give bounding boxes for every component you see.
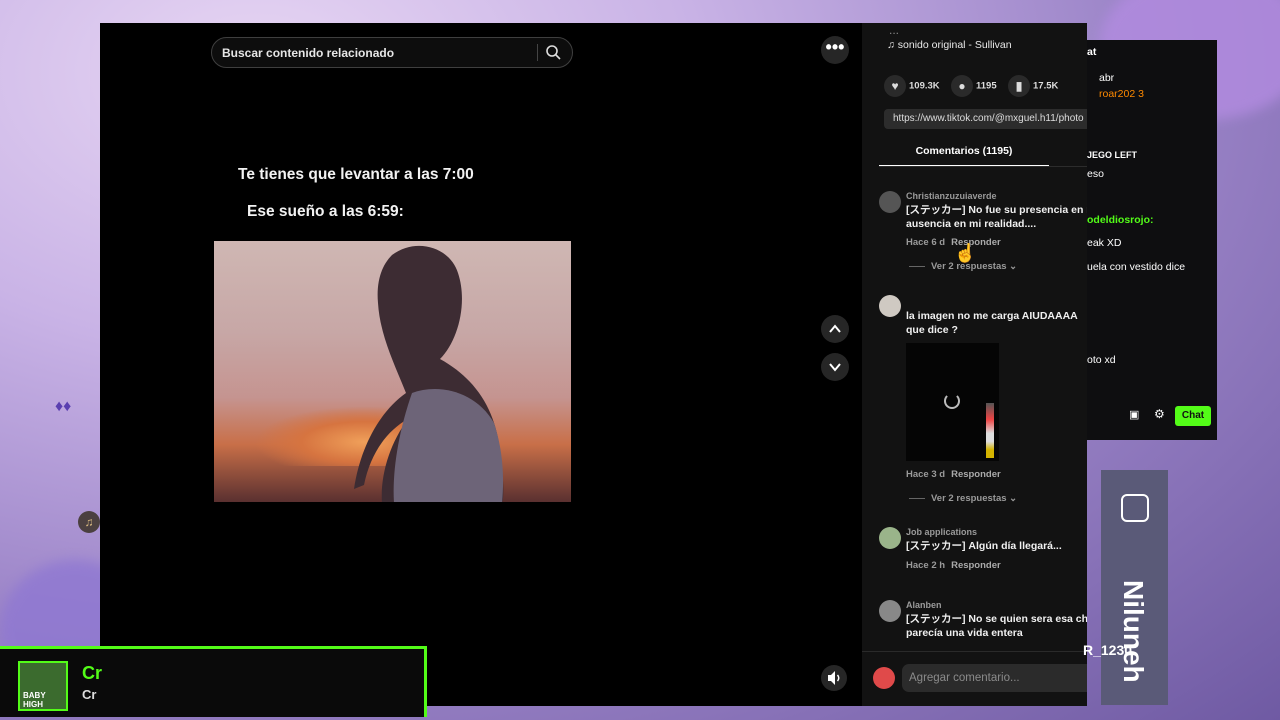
caption-line-1: Te tienes que levantar a las 7:00 [238, 166, 474, 183]
comment-line: [ステッカー] Algún día llegará... [906, 540, 1062, 552]
search-divider [537, 44, 538, 61]
volume-button[interactable] [821, 665, 847, 691]
sound-link[interactable]: ... ♫ sonido original - Sullivan [887, 23, 1012, 51]
comment-line: la imagen no me carga AIUDAAAA [906, 310, 1078, 322]
comment-meta: Hace 3 d Responder [906, 469, 1001, 480]
avatar[interactable] [879, 295, 901, 317]
comment-user[interactable]: Alanben [906, 600, 942, 610]
chat-header: at [1087, 46, 1097, 58]
comment-text: [ステッカー] No fue su presencia en m ausenci… [906, 203, 1087, 231]
chevron-up-icon [829, 324, 841, 333]
comment-input[interactable]: Agregar comentario... [902, 664, 1087, 692]
sound-label: ♫ sonido original - Sullivan [887, 39, 1012, 51]
like-button[interactable]: ♥ 109.3K [884, 75, 940, 99]
chat-send-button[interactable]: Chat [1175, 406, 1211, 426]
bookmark-icon: ▮ [1015, 79, 1023, 93]
gift-icon[interactable]: ▣ [1129, 408, 1139, 421]
cursor-hand-icon: ☝ [954, 243, 977, 263]
search-bar[interactable]: Buscar contenido relacionado [211, 37, 573, 68]
chat-username[interactable]: odeldiosrojo: [1087, 214, 1154, 226]
comment-text: la imagen no me carga AIUDAAAA que dice … [906, 309, 1087, 337]
comment-composer: Agregar comentario... [862, 651, 1087, 706]
search-icon[interactable] [544, 43, 562, 61]
chevron-down-icon [829, 363, 841, 372]
comment-user[interactable]: Christianzuzuiaverde [906, 191, 997, 201]
comment-button[interactable]: ● 1195 [951, 75, 997, 99]
avatar[interactable] [879, 191, 901, 213]
comment-line: [ステッカー] No se quien sera esa chic [906, 613, 1087, 625]
channel-name: Niluneh [1118, 580, 1149, 683]
reply-button[interactable]: Responder [951, 469, 1001, 480]
silhouette-figure [354, 246, 504, 502]
comment-time: Hace 3 d [906, 469, 946, 480]
social-icon [1121, 494, 1149, 522]
search-input[interactable]: Buscar contenido relacionado [222, 46, 394, 60]
music-note-icon: ♫ [78, 511, 100, 533]
previous-video-button[interactable] [821, 315, 849, 343]
save-button[interactable]: ▮ 17.5K [1008, 75, 1058, 99]
gear-icon[interactable]: ⚙ [1154, 407, 1165, 421]
chat-message: abr [1099, 72, 1115, 84]
avatar [873, 667, 895, 689]
view-replies-label: Ver 2 respuestas [931, 493, 1007, 504]
streamer-subtitle: Cr [82, 687, 97, 702]
streamer-cam-banner: BABY HIGH Cr Cr [0, 646, 427, 717]
chat-message: eak XD [1087, 237, 1122, 249]
purple-drop-icon: ♦♦ [55, 398, 72, 415]
comment-line: que dice ? [906, 324, 958, 336]
next-video-button[interactable] [821, 353, 849, 381]
chevron-down-icon: ⌄ [1009, 493, 1018, 504]
caption-line-2: Ese sueño a las 6:59: [247, 203, 404, 220]
reply-button[interactable]: Responder [951, 560, 1001, 571]
more-options-button[interactable]: ••• [821, 36, 849, 64]
tab-divider [879, 166, 1087, 167]
stream-chat-panel: at abr roar202 3 JEGO LEFT eso odeldiosr… [1087, 40, 1217, 440]
speaker-icon [828, 671, 840, 685]
share-url[interactable]: https://www.tiktok.com/@mxguel.h11/photo [884, 109, 1087, 129]
avatar[interactable] [879, 600, 901, 622]
media-area: Buscar contenido relacionado ••• Te tien… [100, 23, 862, 706]
chat-message: eso [1087, 168, 1104, 180]
comment-meta: Hace 2 h Responder [906, 560, 1001, 571]
comment-time: Hace 2 h [906, 560, 946, 571]
truncated-dots: ... [889, 23, 900, 37]
comment-text: [ステッカー] Algún día llegará... [906, 539, 1087, 553]
comment-count: 1195 [976, 80, 997, 92]
comment-user[interactable]: Job applications [906, 527, 977, 537]
loading-spinner-icon [944, 393, 960, 409]
social-banner: Niluneh R_1230 [1083, 470, 1168, 705]
view-replies-button[interactable]: Ver 2 respuestas ⌄ [909, 493, 1017, 504]
tiktok-photo-viewer: Buscar contenido relacionado ••• Te tien… [100, 23, 1087, 706]
chevron-down-icon: ⌄ [1009, 261, 1018, 272]
tab-comments[interactable]: Comentarios (1195) [879, 145, 1049, 167]
like-count: 109.3K [909, 80, 940, 92]
logo-text: BABY HIGH [23, 691, 46, 709]
streamer-name: Cr [82, 663, 103, 683]
comment-image[interactable] [906, 343, 999, 461]
photo-image [214, 241, 571, 502]
comments-panel: ... ♫ sonido original - Sullivan ♥ 109.3K… [862, 23, 1087, 706]
comment-text: [ステッカー] No se quien sera esa chic parecí… [906, 612, 1087, 640]
comment-icon: ● [958, 79, 966, 93]
chat-message: oto xd [1087, 354, 1116, 366]
comment-line: parecía una vida entera [906, 627, 1023, 639]
comment-time: Hace 6 d [906, 237, 946, 248]
heart-icon: ♥ [891, 79, 899, 93]
pinned-message[interactable]: JEGO LEFT [1087, 150, 1137, 160]
save-count: 17.5K [1033, 80, 1059, 92]
more-icon: ••• [825, 37, 845, 57]
comment-line: ausencia en mi realidad.... [906, 218, 1037, 230]
chat-message: uela con vestido dice [1087, 261, 1186, 273]
mini-sidebar [986, 403, 994, 458]
avatar[interactable] [879, 527, 901, 549]
channel-logo: BABY HIGH [18, 661, 68, 711]
channel-handle: R_1230 [1083, 642, 1133, 658]
chat-message: roar202 3 [1099, 88, 1144, 100]
comment-line: [ステッカー] No fue su presencia en m [906, 204, 1087, 216]
